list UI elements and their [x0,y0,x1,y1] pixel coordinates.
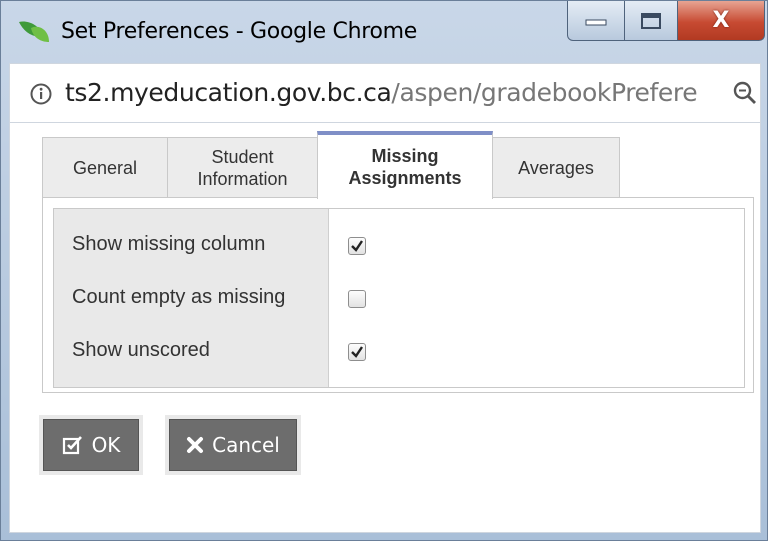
tab-label: Assignments [348,168,462,188]
cancel-label: Cancel [212,433,280,457]
minimize-icon [585,19,607,25]
tab-student-information[interactable]: Student Information [167,137,318,197]
cancel-button[interactable]: Cancel [169,419,297,471]
url-path: /aspen/gradebookPrefere [391,78,698,107]
checkmark-icon [351,346,363,358]
show-missing-column-checkbox[interactable] [348,237,366,255]
options-table: Show missing column Count empty as missi… [53,208,745,388]
tab-averages[interactable]: Averages [492,137,620,197]
option-label: Show unscored [72,339,210,361]
tab-label: General [72,157,138,178]
ok-label: OK [91,433,121,457]
tab-label: Missing [371,146,439,166]
ok-button[interactable]: OK [43,419,139,471]
show-unscored-checkbox[interactable] [348,343,366,361]
checkbox-edit-icon [62,436,82,455]
tab-label: Information [197,168,288,189]
maximize-button[interactable] [624,1,678,41]
option-label: Show missing column [72,233,266,255]
tab-panel: Show missing column Count empty as missi… [42,197,754,393]
title-bar[interactable]: Set Preferences - Google Chrome X [1,1,767,59]
chrome-logo-icon [19,21,49,42]
tab-general[interactable]: General [42,137,168,197]
option-label: Count empty as missing [72,286,286,308]
tab-missing-assignments[interactable]: Missing Assignments [317,131,493,199]
checkmark-icon [351,240,363,252]
browser-window: Set Preferences - Google Chrome X ts2.my… [0,0,768,541]
address-bar[interactable]: ts2.myeducation.gov.bc.ca/aspen/gradeboo… [9,63,761,123]
tab-label: Student [211,146,274,167]
info-icon[interactable] [30,83,52,105]
url-text[interactable]: ts2.myeducation.gov.bc.ca/aspen/gradeboo… [65,78,698,107]
x-icon [187,437,204,453]
window-title: Set Preferences - Google Chrome [61,19,417,44]
url-host: ts2.myeducation.gov.bc.ca [65,78,392,107]
count-empty-as-missing-checkbox[interactable] [348,290,366,308]
tab-label: Averages [518,157,594,178]
dialog-content: General Student Information Missing Assi… [9,123,761,533]
minimize-button[interactable] [567,1,625,41]
close-button[interactable]: X [677,1,765,41]
zoom-icon[interactable] [732,80,758,106]
maximize-icon [641,12,661,29]
close-icon: X [712,8,730,33]
